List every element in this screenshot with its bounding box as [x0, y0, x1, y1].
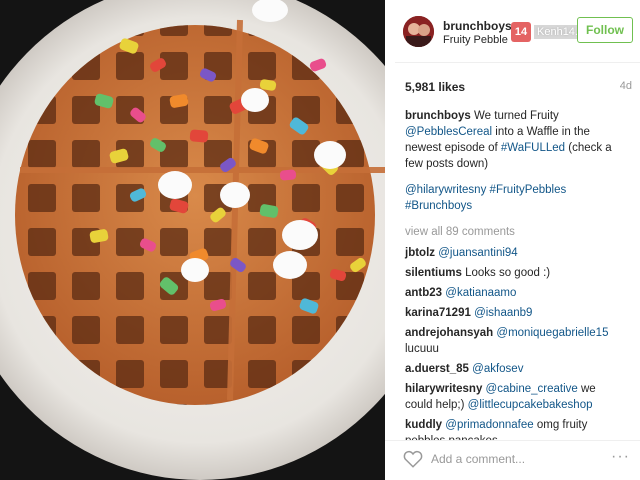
comment-item: a.duerst_85 @akfosev [405, 361, 615, 377]
comment-mention-2[interactable]: @littlecupcakebakeshop [468, 399, 593, 411]
caption-text-1: We turned Fruity [470, 110, 559, 122]
comment-item: jbtolz @juansantini94 [405, 245, 615, 261]
avatar-image [403, 16, 434, 47]
caption-username[interactable]: brunchboys [405, 110, 471, 122]
more-options-icon[interactable]: ··· [611, 448, 630, 466]
tag-brunchboys[interactable]: #Brunchboys [405, 200, 472, 212]
caption-hashtag[interactable]: #WaFULLed [501, 142, 565, 154]
comment-item: hilarywritesny @cabine_creative we could… [405, 381, 615, 413]
post-location[interactable]: Fruity Pebble [443, 34, 508, 46]
tag-hilarywritesny[interactable]: @hilarywritesny [405, 184, 486, 196]
comment-mention[interactable]: @cabine_creative [486, 383, 578, 395]
post-sidebar: brunchboys Fruity Pebble 14 Kenh14.vn Fo… [385, 0, 640, 480]
comment-mention[interactable]: @juansantini94 [438, 247, 517, 259]
comment-mention[interactable]: @moniquegabrielle15 [496, 327, 608, 339]
comment-username[interactable]: kuddly [405, 419, 442, 431]
comment-username[interactable]: hilarywritesny [405, 383, 482, 395]
waffle-photo-image [0, 0, 385, 480]
comment-username[interactable]: silentiums [405, 267, 462, 279]
caption-mention[interactable]: @PebblesCereal [405, 126, 492, 138]
post-tags: @hilarywritesny #FruityPebbles #Brunchbo… [405, 182, 615, 214]
heart-icon[interactable] [403, 450, 423, 473]
avatar[interactable] [403, 16, 434, 47]
follow-button[interactable]: Follow [577, 17, 633, 43]
comment-username[interactable]: karina71291 [405, 307, 471, 319]
post-username[interactable]: brunchboys [443, 19, 512, 33]
comment-username[interactable]: jbtolz [405, 247, 435, 259]
comment-item: karina71291 @ishaanb9 [405, 305, 615, 321]
like-count[interactable]: 5,981 likes [405, 80, 465, 94]
tag-fruitypebbles[interactable]: #FruityPebbles [490, 184, 567, 196]
comment-list: brunchboys We turned Fruity @PebblesCere… [405, 108, 615, 453]
add-comment-bar: Add a comment... ··· [385, 440, 640, 480]
add-comment-input[interactable]: Add a comment... [431, 452, 525, 466]
post-caption: brunchboys We turned Fruity @PebblesCere… [405, 108, 615, 172]
comment-text: lucuuu [405, 343, 439, 355]
comment-username[interactable]: antb23 [405, 287, 442, 299]
comment-text: Looks so good :) [461, 267, 551, 279]
view-all-comments-link[interactable]: view all 89 comments [405, 224, 615, 240]
comment-username[interactable]: andrejohansyah [405, 327, 493, 339]
comment-mention[interactable]: @primadonnafee [445, 419, 533, 431]
post-age[interactable]: 4d [620, 80, 632, 92]
comment-mention[interactable]: @akfosev [472, 363, 523, 375]
comment-item: antb23 @katianaamo [405, 285, 615, 301]
header-divider [395, 62, 640, 63]
comment-username[interactable]: a.duerst_85 [405, 363, 469, 375]
watermark-badge: 14 [511, 22, 531, 42]
comment-item: silentiums Looks so good :) [405, 265, 615, 281]
comment-item: andrejohansyah @moniquegabrielle15 lucuu… [405, 325, 615, 357]
comment-mention[interactable]: @katianaamo [445, 287, 516, 299]
comment-mention[interactable]: @ishaanb9 [474, 307, 532, 319]
post-photo[interactable] [0, 0, 385, 480]
